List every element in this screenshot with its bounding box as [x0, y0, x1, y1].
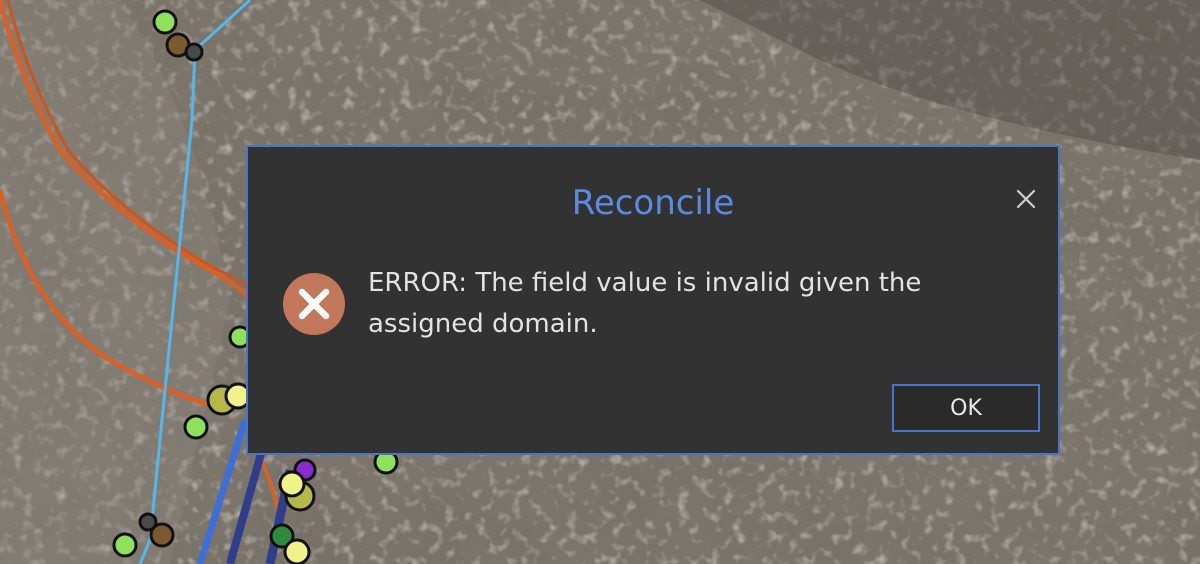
- close-icon: [1016, 189, 1036, 209]
- error-icon: [283, 273, 345, 335]
- error-message: ERROR: The field value is invalid given …: [368, 268, 922, 339]
- ok-button[interactable]: OK: [892, 384, 1040, 432]
- reconcile-error-dialog: Reconcile ERROR: The field value is inva…: [246, 145, 1060, 455]
- dialog-title: Reconcile: [571, 183, 735, 223]
- close-button[interactable]: [1008, 181, 1044, 217]
